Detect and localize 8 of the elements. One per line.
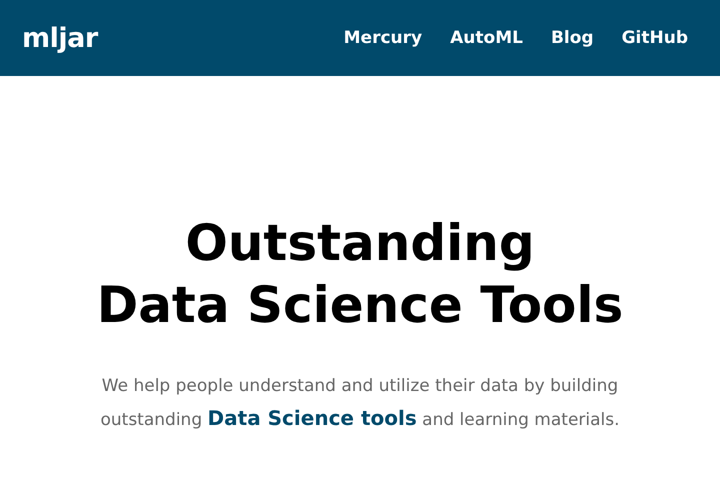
hero-title: Data Science Tools — [96, 275, 624, 336]
nav-link[interactable]: AutoML — [450, 28, 523, 48]
nav-link[interactable]: Mercury — [344, 28, 422, 48]
hero-description: We help people understand and utilize their data by building outstanding Data Science tools and learning materials. — [99, 375, 621, 432]
logo[interactable]: mljar — [22, 22, 98, 54]
nav-link[interactable]: GitHub — [622, 28, 688, 48]
nav-link[interactable]: Blog — [550, 28, 594, 48]
hero-title: Outstanding — [185, 213, 535, 274]
